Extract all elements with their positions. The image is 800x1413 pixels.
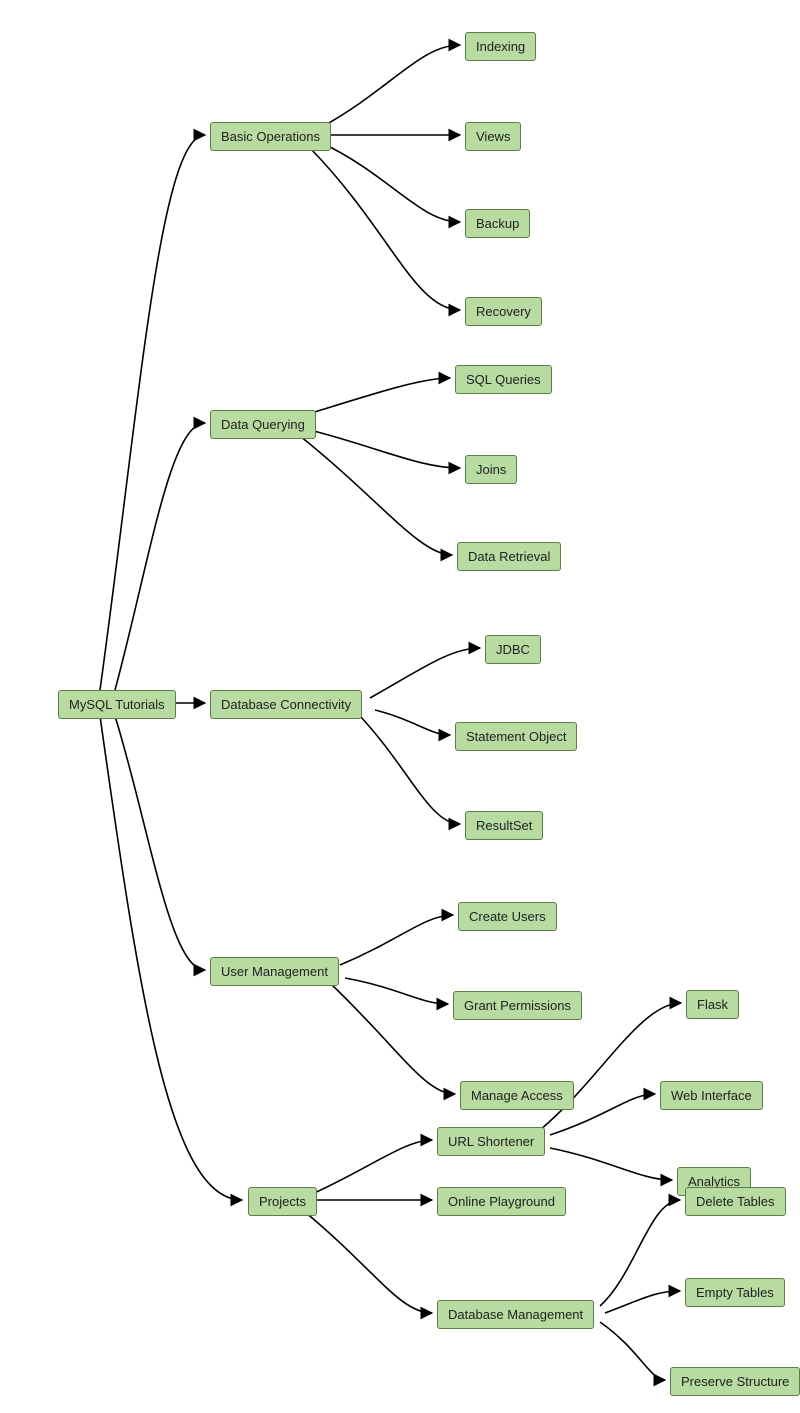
node-label: JDBC xyxy=(496,642,530,657)
node-online-playground: Online Playground xyxy=(437,1187,566,1216)
node-label: Flask xyxy=(697,997,728,1012)
node-statement-object: Statement Object xyxy=(455,722,577,751)
node-web-interface: Web Interface xyxy=(660,1081,763,1110)
node-views: Views xyxy=(465,122,521,151)
node-label: Online Playground xyxy=(448,1194,555,1209)
node-indexing: Indexing xyxy=(465,32,536,61)
node-preserve-structure: Preserve Structure xyxy=(670,1367,800,1396)
node-label: Joins xyxy=(476,462,506,477)
node-label: Data Retrieval xyxy=(468,549,550,564)
node-sql-queries: SQL Queries xyxy=(455,365,552,394)
node-label: Basic Operations xyxy=(221,129,320,144)
node-label: URL Shortener xyxy=(448,1134,534,1149)
node-label: Indexing xyxy=(476,39,525,54)
node-label: Web Interface xyxy=(671,1088,752,1103)
node-database-management: Database Management xyxy=(437,1300,594,1329)
node-label: Backup xyxy=(476,216,519,231)
node-projects: Projects xyxy=(248,1187,317,1216)
node-label: Preserve Structure xyxy=(681,1374,789,1389)
node-create-users: Create Users xyxy=(458,902,557,931)
node-label: Delete Tables xyxy=(696,1194,775,1209)
node-label: User Management xyxy=(221,964,328,979)
node-manage-access: Manage Access xyxy=(460,1081,574,1110)
node-empty-tables: Empty Tables xyxy=(685,1278,785,1307)
node-label: SQL Queries xyxy=(466,372,541,387)
node-joins: Joins xyxy=(465,455,517,484)
node-label: MySQL Tutorials xyxy=(69,697,165,712)
node-recovery: Recovery xyxy=(465,297,542,326)
node-root: MySQL Tutorials xyxy=(58,690,176,719)
node-label: Empty Tables xyxy=(696,1285,774,1300)
node-label: ResultSet xyxy=(476,818,532,833)
node-label: Database Connectivity xyxy=(221,697,351,712)
node-label: Recovery xyxy=(476,304,531,319)
node-flask: Flask xyxy=(686,990,739,1019)
node-user-management: User Management xyxy=(210,957,339,986)
node-label: Statement Object xyxy=(466,729,566,744)
node-jdbc: JDBC xyxy=(485,635,541,664)
node-label: Projects xyxy=(259,1194,306,1209)
node-label: Data Querying xyxy=(221,417,305,432)
node-data-querying: Data Querying xyxy=(210,410,316,439)
node-url-shortener: URL Shortener xyxy=(437,1127,545,1156)
node-basic-operations: Basic Operations xyxy=(210,122,331,151)
node-delete-tables: Delete Tables xyxy=(685,1187,786,1216)
node-backup: Backup xyxy=(465,209,530,238)
node-label: Views xyxy=(476,129,510,144)
node-resultset: ResultSet xyxy=(465,811,543,840)
node-database-connectivity: Database Connectivity xyxy=(210,690,362,719)
node-label: Create Users xyxy=(469,909,546,924)
node-label: Grant Permissions xyxy=(464,998,571,1013)
node-label: Manage Access xyxy=(471,1088,563,1103)
node-grant-permissions: Grant Permissions xyxy=(453,991,582,1020)
node-label: Database Management xyxy=(448,1307,583,1322)
node-data-retrieval: Data Retrieval xyxy=(457,542,561,571)
